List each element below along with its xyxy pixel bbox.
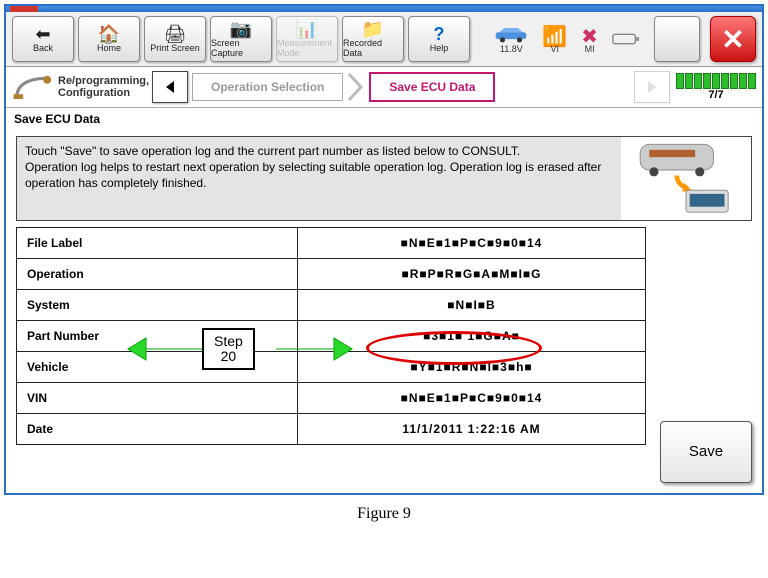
voltage-value: 11.8V [500,44,523,54]
reprogramming-icon [12,73,52,101]
breadcrumb-step-current: Save ECU Data [369,72,495,102]
row-label: Part Number [17,320,298,351]
help-label: Help [430,43,449,53]
battery-icon [612,29,640,49]
breadcrumb-bar: Re/programming, Configuration Operation … [6,67,762,108]
row-value: ■N■I■B [298,289,646,320]
instruction-graphic [621,137,751,220]
breadcrumb-back-button[interactable] [152,71,188,103]
vehicle-status-icon: 11.8V [494,24,528,54]
recorded-data-button[interactable]: 📁Recorded Data [342,16,404,62]
page-title: Save ECU Data [6,108,762,130]
table-row: VIN■N■E■1■P■C■9■0■14 [17,382,646,413]
camera-icon: 📷 [230,20,252,38]
save-label: Save [689,443,723,460]
recorded-label: Recorded Data [343,38,403,58]
antenna-icon: 📶 [542,24,567,44]
table-row: Operation■R■P■R■G■A■M■I■G [17,258,646,289]
progress-text: 7/7 [708,89,723,101]
measurement-mode-button: 📊Measurement Mode [276,16,338,62]
mode-indicator: Re/programming, Configuration [12,73,148,101]
folder-icon: 📁 [362,20,384,38]
row-value: ■N■E■1■P■C■9■0■14 [298,227,646,258]
print-screen-button[interactable]: 🖨Print Screen [144,16,206,62]
wizard-progress: 7/7 [676,73,756,101]
row-value: 11/1/2011 1:22:16 AM [298,413,646,444]
back-button[interactable]: ⬅Back [12,16,74,62]
triangle-right-icon [644,79,660,95]
chevron-right-icon [347,72,365,102]
progress-bar-icon [676,73,756,89]
step-current-label: Save ECU Data [389,80,475,94]
table-row: Vehicle■Y■1■R■N■I■3■h■ [17,351,646,382]
mode-label: Re/programming, Configuration [58,75,148,99]
instruction-panel: Touch "Save" to save operation log and t… [16,136,752,221]
back-label: Back [33,43,53,53]
home-button[interactable]: 🏠Home [78,16,140,62]
row-label: File Label [17,227,298,258]
row-label: Vehicle [17,351,298,382]
back-arrow-icon: ⬅ [35,25,50,43]
table-row: File Label■N■E■1■P■C■9■0■14 [17,227,646,258]
table-row: Date11/1/2011 1:22:16 AM [17,413,646,444]
main-toolbar: ⬅Back 🏠Home 🖨Print Screen 📷Screen Captur… [6,12,762,67]
close-button[interactable]: ✕ [710,16,756,62]
step-prev-label: Operation Selection [211,80,324,94]
close-icon: ✕ [721,23,744,56]
breadcrumb-step-prev: Operation Selection [192,73,343,101]
status-indicators: 11.8V 📶VI ✖MI [494,16,700,62]
printer-icon: 🖨 [164,25,187,43]
figure-caption: Figure 9 [0,505,768,523]
vi-label: VI [551,44,560,54]
vi-status: 📶VI [542,24,567,54]
gauge-icon: 📊 [296,20,318,38]
red-highlight-oval [366,331,542,365]
breadcrumb-forward-button [634,71,670,103]
triangle-left-icon [162,79,178,95]
mi-label: MI [585,44,595,54]
print-label: Print Screen [150,43,200,53]
help-button[interactable]: ?Help [408,16,470,62]
capture-label: Screen Capture [211,38,271,58]
ecu-data-table: File Label■N■E■1■P■C■9■0■14 Operation■R■… [16,227,646,445]
home-icon: 🏠 [98,25,120,43]
row-label: Date [17,413,298,444]
step-annotation: Step20 [202,328,255,371]
help-icon: ? [434,25,445,43]
row-label: System [17,289,298,320]
cross-icon: ✖ [581,24,598,44]
measure-label: Measurement Mode [277,38,337,58]
window-titlebar [6,6,762,12]
row-value: ■R■P■R■G■A■M■I■G [298,258,646,289]
instruction-text: Touch "Save" to save operation log and t… [17,137,621,220]
device-icon [654,16,700,62]
row-value: ■N■E■1■P■C■9■0■14 [298,382,646,413]
screen-capture-button[interactable]: 📷Screen Capture [210,16,272,62]
home-label: Home [97,43,121,53]
row-label: Operation [17,258,298,289]
row-label: VIN [17,382,298,413]
mi-status: ✖MI [581,24,598,54]
table-row: System■N■I■B [17,289,646,320]
step-annotation-text: Step20 [214,334,243,365]
table-row: Part Number■3■1■ 1■G■A■ [17,320,646,351]
